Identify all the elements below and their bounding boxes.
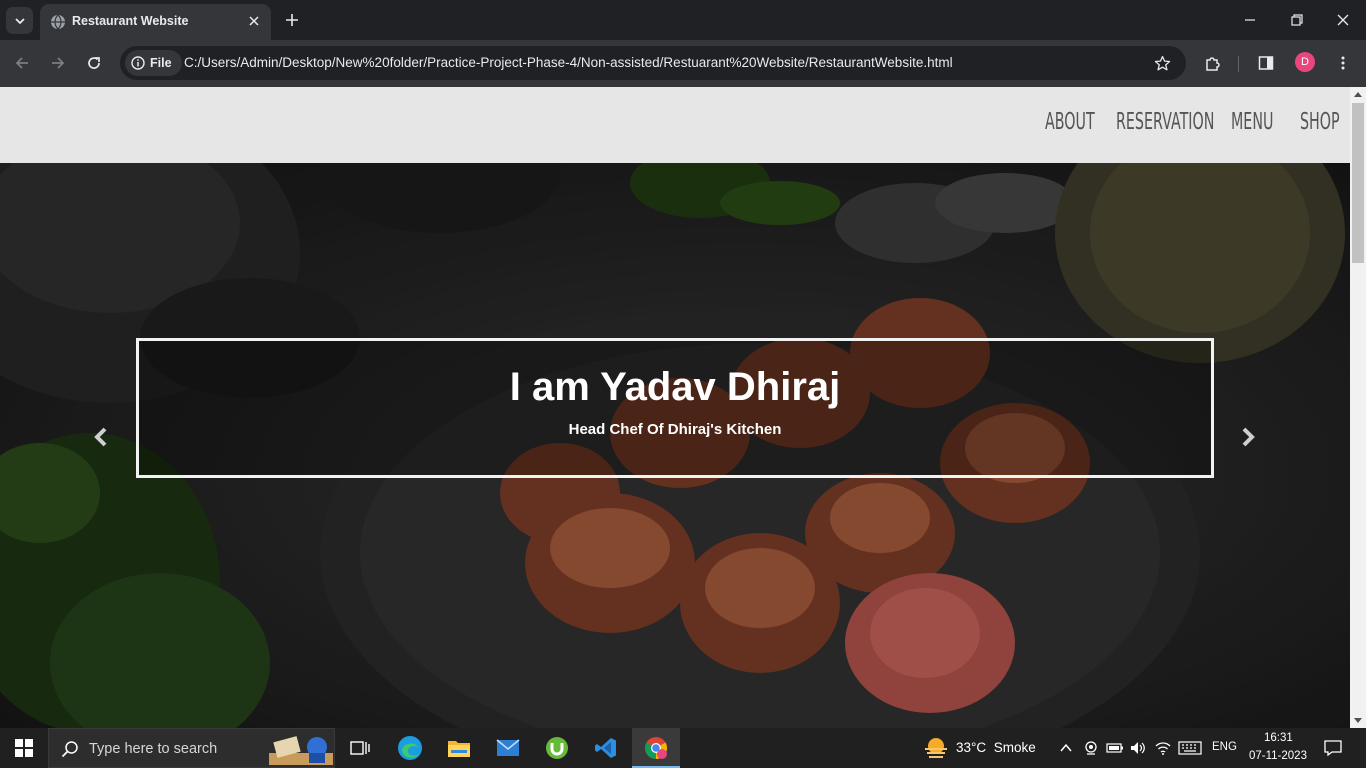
side-panel-icon — [1258, 56, 1274, 70]
browser-toolbar: File C:/Users/Admin/Desktop/New%20folder… — [0, 40, 1366, 87]
windows-taskbar: Type here to search 33°C Smoke ENG 16:31… — [0, 728, 1366, 768]
minimize-button[interactable] — [1240, 10, 1260, 30]
browser-menu-button[interactable] — [1332, 52, 1354, 74]
battery-icon[interactable] — [1106, 742, 1124, 754]
browser-titlebar: Restaurant Website — [0, 0, 1366, 40]
chrome-icon — [645, 737, 667, 759]
clock-date[interactable]: 07-11-2023 — [1249, 750, 1307, 762]
nav-menu-link[interactable]: MENU — [1231, 109, 1273, 135]
taskbar-search-placeholder: Type here to search — [89, 741, 218, 757]
arrow-right-icon — [52, 57, 65, 69]
utorrent-taskbar-button[interactable] — [543, 734, 571, 762]
nav-reservation-link[interactable]: RESERVATION — [1116, 109, 1214, 135]
hero-subtitle: Head Chef Of Dhiraj's Kitchen — [568, 421, 782, 438]
tab-search-button[interactable] — [6, 7, 33, 34]
wifi-icon[interactable] — [1155, 741, 1171, 755]
weather-widget[interactable] — [922, 734, 950, 762]
edge-taskbar-button[interactable] — [396, 734, 424, 762]
restore-icon — [1291, 14, 1303, 26]
mail-taskbar-button[interactable] — [494, 734, 522, 762]
volume-icon[interactable] — [1130, 741, 1146, 755]
close-window-button[interactable] — [1333, 10, 1353, 30]
profile-avatar[interactable]: D — [1295, 52, 1315, 72]
star-icon — [1154, 55, 1170, 70]
edge-icon — [398, 736, 422, 760]
windows-logo-icon — [15, 739, 33, 757]
taskbar-search-box[interactable]: Type here to search — [48, 728, 335, 768]
carousel-next-button[interactable] — [1236, 425, 1260, 449]
chevron-left-icon — [94, 427, 107, 447]
side-panel-button[interactable] — [1255, 52, 1277, 74]
reload-button[interactable] — [83, 52, 105, 74]
file-explorer-taskbar-button[interactable] — [445, 734, 473, 762]
tab-title: Restaurant Website — [72, 14, 189, 28]
globe-icon — [51, 14, 65, 30]
nav-shop-link[interactable]: SHOP — [1300, 109, 1340, 135]
reload-icon — [88, 57, 100, 69]
clock-time[interactable]: 16:31 — [1264, 732, 1293, 744]
start-button[interactable] — [10, 734, 38, 762]
restore-button[interactable] — [1287, 10, 1307, 30]
extensions-button[interactable] — [1202, 52, 1224, 74]
url-text[interactable]: C:/Users/Admin/Desktop/New%20folder/Prac… — [184, 55, 953, 70]
browser-tab[interactable]: Restaurant Website — [40, 4, 271, 40]
address-bar[interactable]: File C:/Users/Admin/Desktop/New%20folder… — [120, 46, 1186, 80]
scroll-down-icon[interactable] — [1354, 718, 1362, 724]
keyboard-icon[interactable] — [1178, 741, 1202, 755]
scrollbar-thumb[interactable] — [1352, 103, 1364, 263]
chevron-right-icon — [1242, 427, 1255, 447]
chevron-up-icon[interactable] — [1060, 743, 1072, 753]
toolbar-divider — [1238, 56, 1239, 72]
task-view-icon — [350, 741, 370, 755]
file-chip-label: File — [150, 56, 172, 70]
notification-icon[interactable] — [1324, 740, 1342, 756]
more-vertical-icon — [1341, 56, 1345, 70]
bookmark-button[interactable] — [1152, 53, 1172, 73]
forward-button[interactable] — [47, 52, 69, 74]
tab-close-button[interactable] — [245, 12, 263, 30]
utorrent-icon — [546, 737, 568, 759]
search-icon — [61, 741, 78, 758]
arrow-left-icon — [15, 57, 28, 69]
site-navbar: ABOUT RESERVATION MENU SHOP — [0, 87, 1350, 163]
carousel-prev-button[interactable] — [89, 425, 113, 449]
vscode-taskbar-button[interactable] — [592, 734, 620, 762]
weather-temperature: 33°C Smoke — [956, 740, 1036, 755]
scroll-up-icon[interactable] — [1354, 91, 1362, 97]
minimize-icon — [1245, 19, 1255, 21]
hero-title: I am Yadav Dhiraj — [509, 365, 841, 409]
chevron-down-icon — [14, 17, 25, 24]
search-highlight-illustration-icon — [269, 736, 333, 765]
chrome-taskbar-button[interactable] — [642, 734, 670, 762]
nav-about-link[interactable]: ABOUT — [1045, 109, 1095, 135]
weather-haze-icon — [925, 738, 947, 758]
close-icon — [1337, 14, 1349, 26]
hero-caption-box: I am Yadav Dhiraj Head Chef Of Dhiraj's … — [136, 338, 1214, 478]
info-icon — [131, 56, 145, 70]
webcam-icon[interactable] — [1084, 741, 1098, 755]
folder-icon — [448, 741, 470, 757]
back-button[interactable] — [11, 52, 33, 74]
new-tab-button[interactable] — [282, 10, 302, 30]
puzzle-icon — [1206, 57, 1220, 71]
page-viewport: ABOUT RESERVATION MENU SHOP I am Yadav D… — [0, 87, 1366, 728]
close-icon — [249, 16, 259, 26]
hero-carousel: I am Yadav Dhiraj Head Chef Of Dhiraj's … — [0, 163, 1350, 728]
page-scrollbar[interactable] — [1350, 87, 1366, 728]
site-info-chip[interactable]: File — [125, 50, 182, 76]
plus-icon — [286, 14, 298, 26]
vscode-icon — [595, 738, 616, 758]
language-indicator[interactable]: ENG — [1212, 741, 1237, 753]
task-view-button[interactable] — [346, 734, 374, 762]
mail-icon — [496, 739, 520, 756]
